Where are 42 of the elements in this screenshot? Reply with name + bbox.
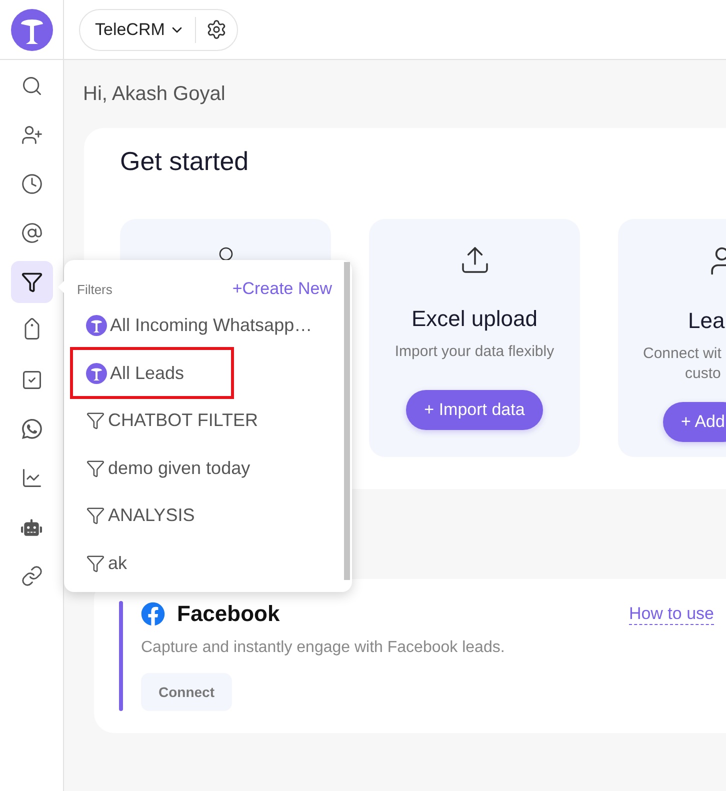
greeting: Hi, Akash Goyal <box>83 82 226 106</box>
connect-button[interactable]: Connect <box>141 673 232 711</box>
create-new-link[interactable]: +Create New <box>232 279 332 299</box>
settings-icon[interactable] <box>206 19 227 40</box>
card-description: custo <box>685 364 721 384</box>
app-logo <box>10 8 52 50</box>
funnel-icon <box>86 506 105 526</box>
filter-item[interactable]: demo given today <box>64 444 262 492</box>
how-to-use-link[interactable]: How to use <box>628 604 714 624</box>
nav-item[interactable] <box>10 261 52 303</box>
facebook-icon <box>141 602 165 626</box>
funnel-icon <box>86 411 105 430</box>
add-button[interactable]: + Add <box>663 402 726 442</box>
chat-icon <box>22 419 42 439</box>
filter-item[interactable]: All Incoming Whatsapp… <box>64 302 324 350</box>
link-icon <box>20 565 42 587</box>
app-logo-icon <box>86 362 107 384</box>
app-logo-icon <box>86 315 107 336</box>
section-title: Get started <box>120 145 250 178</box>
card-title: Lea <box>688 308 725 334</box>
funnel-icon <box>86 554 105 573</box>
search-icon <box>20 75 42 97</box>
add-user-icon <box>20 124 42 146</box>
integration-title: Facebook <box>177 601 280 627</box>
chart-icon <box>20 467 42 489</box>
filter-item[interactable]: All Leads <box>70 347 234 400</box>
card-title: Excel upload <box>412 306 538 332</box>
funnel-icon <box>86 458 105 478</box>
menu-title: Filters <box>77 282 112 296</box>
integration-description: Capture and instantly engage with Facebook leads. <box>141 639 506 657</box>
card-description: Import your data flexibly <box>394 342 554 362</box>
funnel-icon <box>20 271 42 293</box>
robot-icon <box>21 516 42 538</box>
at-sign-icon <box>20 222 42 244</box>
filter-item[interactable]: ak <box>64 540 140 587</box>
workspace-dropdown[interactable]: TeleCRM <box>95 20 185 40</box>
filter-item[interactable]: ANALYSIS <box>64 492 207 540</box>
clock-icon <box>20 173 42 195</box>
add-button[interactable]: + Import data <box>406 390 543 430</box>
filter-item[interactable]: CHATBOT FILTER <box>64 397 270 444</box>
checkbox-icon <box>20 369 42 391</box>
card-description: Connect wit <box>643 344 722 364</box>
